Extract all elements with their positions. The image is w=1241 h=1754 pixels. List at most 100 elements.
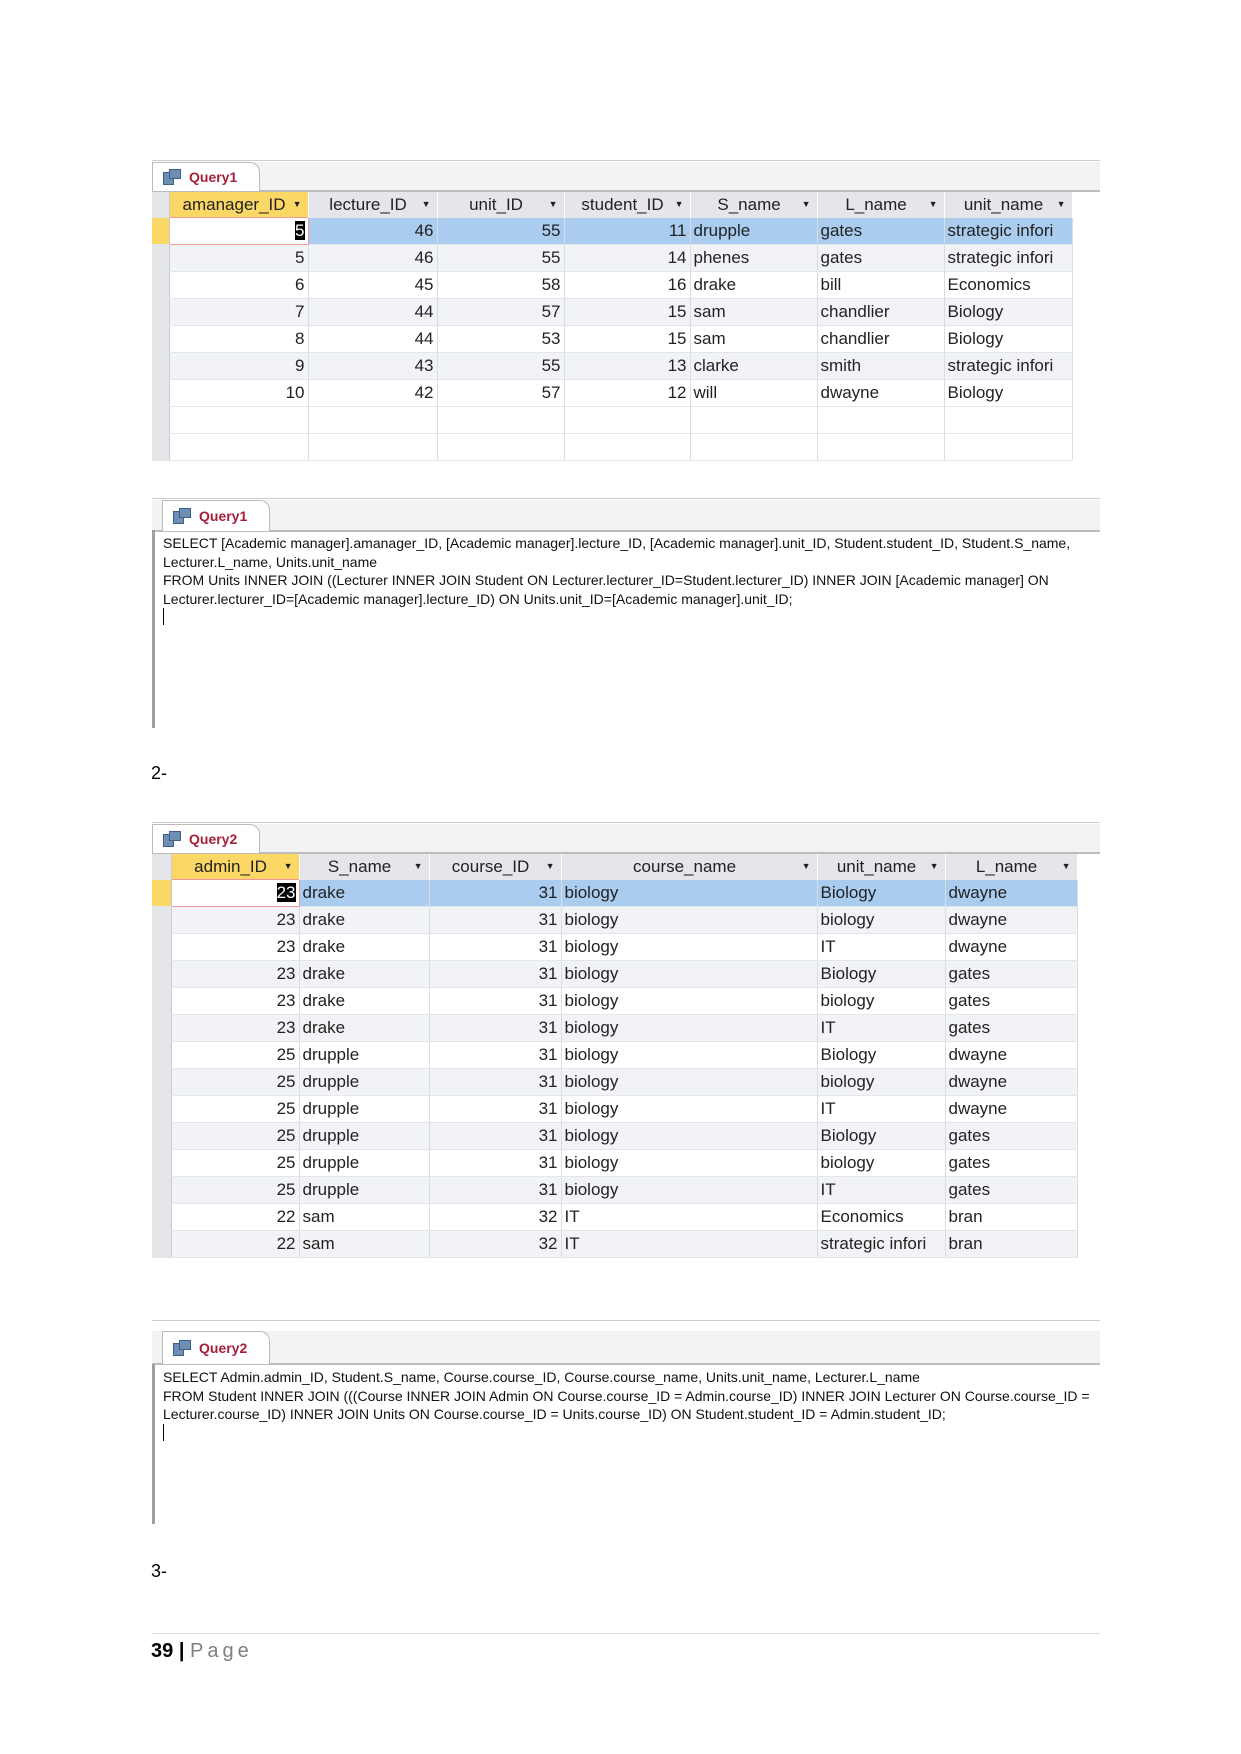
- table-cell[interactable]: 55: [437, 352, 565, 380]
- table-row[interactable]: 22 sam 32 IT Economics bran: [152, 1203, 1078, 1231]
- column-header[interactable]: unit_name ▼: [817, 854, 946, 880]
- row-selector[interactable]: [152, 987, 172, 1015]
- table-cell[interactable]: strategic infori: [817, 1230, 946, 1258]
- table-cell[interactable]: 23: [171, 933, 300, 961]
- dropdown-arrow-icon[interactable]: ▼: [675, 199, 684, 209]
- table-cell[interactable]: drake: [299, 1014, 430, 1042]
- table-row[interactable]: 5 46 55 11 drupple gates strategic infori: [152, 217, 1073, 245]
- sql2-editor[interactable]: SELECT Admin.admin_ID, Student.S_name, C…: [152, 1364, 1100, 1524]
- table-row[interactable]: 23 drake 31 biology Biology gates: [152, 960, 1078, 988]
- table-cell[interactable]: dwayne: [945, 906, 1078, 934]
- table-cell[interactable]: strategic infori: [944, 217, 1073, 245]
- table-row[interactable]: 8 44 53 15 sam chandlier Biology: [152, 325, 1073, 353]
- table-cell[interactable]: 16: [564, 271, 691, 299]
- table-cell[interactable]: sam: [690, 325, 818, 353]
- table-row[interactable]: 25 drupple 31 biology Biology gates: [152, 1122, 1078, 1150]
- table-cell[interactable]: drake: [299, 960, 430, 988]
- table-cell[interactable]: 10: [169, 379, 309, 407]
- table-cell[interactable]: 31: [429, 879, 562, 907]
- table-row[interactable]: 7 44 57 15 sam chandlier Biology: [152, 298, 1073, 326]
- table-cell[interactable]: drupple: [690, 217, 818, 245]
- dropdown-arrow-icon[interactable]: ▼: [1057, 199, 1066, 209]
- table-cell[interactable]: gates: [817, 217, 945, 245]
- table-cell[interactable]: 43: [308, 352, 438, 380]
- table-cell[interactable]: biology: [561, 987, 818, 1015]
- table-cell[interactable]: IT: [817, 1014, 946, 1042]
- sql1-editor[interactable]: SELECT [Academic manager].amanager_ID, […: [152, 530, 1100, 728]
- table-cell[interactable]: biology: [561, 960, 818, 988]
- table-row[interactable]: 23 drake 31 biology IT dwayne: [152, 933, 1078, 961]
- row-selector[interactable]: [152, 298, 170, 326]
- table-cell[interactable]: gates: [817, 244, 945, 272]
- dropdown-arrow-icon[interactable]: ▼: [422, 199, 431, 209]
- table-cell[interactable]: 32: [429, 1203, 562, 1231]
- select-all[interactable]: [152, 192, 170, 218]
- table-cell[interactable]: 13: [564, 352, 691, 380]
- column-header[interactable]: amanager_ID ▼: [169, 192, 309, 218]
- sql1-tab[interactable]: Query1: [162, 500, 271, 531]
- table-row[interactable]: 25 drupple 31 biology Biology dwayne: [152, 1041, 1078, 1069]
- table-cell[interactable]: will: [690, 379, 818, 407]
- table-cell[interactable]: 31: [429, 1095, 562, 1123]
- table-cell[interactable]: 31: [429, 1176, 562, 1204]
- table-cell[interactable]: drake: [299, 987, 430, 1015]
- row-selector[interactable]: [152, 1230, 172, 1258]
- dropdown-arrow-icon[interactable]: ▼: [549, 199, 558, 209]
- table-cell[interactable]: biology: [817, 1068, 946, 1096]
- row-selector[interactable]: [152, 379, 170, 407]
- table-cell[interactable]: bran: [945, 1203, 1078, 1231]
- table-cell[interactable]: 25: [171, 1095, 300, 1123]
- column-header[interactable]: S_name ▼: [299, 854, 430, 880]
- table-cell[interactable]: 5: [168, 217, 309, 245]
- dropdown-arrow-icon[interactable]: ▼: [802, 199, 811, 209]
- row-selector[interactable]: [152, 1014, 172, 1042]
- table-cell[interactable]: 31: [429, 1068, 562, 1096]
- table-cell[interactable]: biology: [561, 1041, 818, 1069]
- table-cell[interactable]: 25: [171, 1068, 300, 1096]
- table-cell[interactable]: biology: [561, 933, 818, 961]
- column-header[interactable]: unit_name ▼: [944, 192, 1073, 218]
- table-cell[interactable]: gates: [945, 1176, 1078, 1204]
- table-cell[interactable]: biology: [817, 987, 946, 1015]
- table-cell[interactable]: 7: [169, 298, 309, 326]
- table-cell[interactable]: 5: [169, 244, 309, 272]
- table-cell[interactable]: bran: [945, 1230, 1078, 1258]
- row-selector[interactable]: [152, 933, 172, 961]
- row-selector[interactable]: [152, 906, 172, 934]
- table-cell[interactable]: biology: [561, 1095, 818, 1123]
- table-cell[interactable]: Biology: [817, 960, 946, 988]
- table-cell[interactable]: drake: [299, 933, 430, 961]
- table-row[interactable]: 23 drake 31 biology biology dwayne: [152, 906, 1078, 934]
- table-row[interactable]: 23 drake 31 biology Biology dwayne: [152, 879, 1078, 907]
- table-cell[interactable]: IT: [817, 1176, 946, 1204]
- table-cell[interactable]: biology: [817, 906, 946, 934]
- table-cell[interactable]: clarke: [690, 352, 818, 380]
- table-row[interactable]: 22 sam 32 IT strategic infori bran: [152, 1230, 1078, 1258]
- table-cell[interactable]: 25: [171, 1176, 300, 1204]
- table-cell[interactable]: Biology: [817, 1041, 946, 1069]
- table-cell[interactable]: biology: [561, 1014, 818, 1042]
- dropdown-arrow-icon[interactable]: ▼: [546, 861, 555, 871]
- table-cell[interactable]: 22: [171, 1203, 300, 1231]
- table-cell[interactable]: IT: [817, 1095, 946, 1123]
- table-cell[interactable]: phenes: [690, 244, 818, 272]
- table-cell[interactable]: biology: [817, 1149, 946, 1177]
- table-cell[interactable]: 14: [564, 244, 691, 272]
- table-cell[interactable]: 31: [429, 1041, 562, 1069]
- table-cell[interactable]: dwayne: [945, 879, 1078, 907]
- table-cell[interactable]: Biology: [944, 298, 1073, 326]
- table-cell[interactable]: drupple: [299, 1095, 430, 1123]
- dropdown-arrow-icon[interactable]: ▼: [929, 199, 938, 209]
- table-cell[interactable]: biology: [561, 1122, 818, 1150]
- table-cell[interactable]: 31: [429, 1122, 562, 1150]
- table-cell[interactable]: 58: [437, 271, 565, 299]
- table-cell[interactable]: 23: [171, 987, 300, 1015]
- table-row[interactable]: 25 drupple 31 biology IT dwayne: [152, 1095, 1078, 1123]
- row-selector[interactable]: [152, 244, 170, 272]
- table-cell[interactable]: biology: [561, 879, 818, 907]
- dropdown-arrow-icon[interactable]: ▼: [293, 199, 302, 209]
- table-cell[interactable]: IT: [817, 933, 946, 961]
- table-cell[interactable]: 23: [171, 906, 300, 934]
- table-cell[interactable]: IT: [561, 1230, 818, 1258]
- row-selector[interactable]: [152, 352, 170, 380]
